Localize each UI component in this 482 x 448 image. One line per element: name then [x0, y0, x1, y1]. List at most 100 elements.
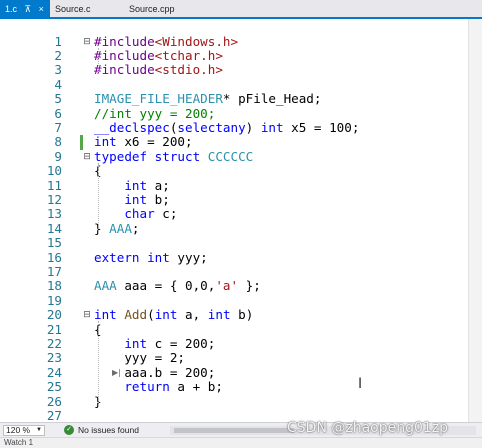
code-text: int x6 = 200; — [94, 135, 193, 149]
code-line[interactable]: 25 return a + b; — [0, 379, 468, 395]
line-number: 7 — [54, 119, 62, 135]
structure-guide-line — [98, 321, 99, 406]
code-line[interactable]: 15 — [0, 235, 468, 251]
tab-label: Source.cpp — [129, 4, 175, 14]
code-line[interactable]: 11 int a; — [0, 177, 468, 193]
code-token: selectany — [177, 119, 246, 135]
code-token: typedef — [94, 148, 148, 164]
code-text: extern int yyy; — [94, 250, 208, 265]
code-token: ) — [245, 119, 261, 135]
line-number: 21 — [46, 321, 62, 337]
code-token: IMAGE_FILE_HEADER — [94, 91, 223, 107]
code-token: CCCCCC — [207, 148, 254, 164]
line-number: 26 — [46, 393, 62, 409]
code-token: a; — [147, 177, 170, 193]
line-number: 17 — [46, 263, 62, 279]
code-line[interactable]: 9 typedef struct CCCCCC — [0, 148, 468, 164]
line-number: 6 — [54, 105, 62, 121]
code-token: #include — [94, 62, 155, 78]
line-number: 1 — [54, 33, 62, 49]
code-token: }; — [238, 278, 261, 294]
line-number: 20 — [46, 307, 62, 323]
code-line[interactable]: 26} — [0, 393, 468, 409]
line-number: 19 — [46, 292, 62, 308]
code-token: ( — [147, 307, 155, 323]
line-number: 5 — [54, 91, 62, 107]
code-line[interactable]: 18 AAA aaa = { 0,0,'a' }; — [0, 278, 468, 293]
code-line[interactable]: 5 IMAGE_FILE_HEADER* pFile_Head; — [0, 91, 468, 107]
code-line[interactable]: 3 #include<stdio.h> — [0, 62, 468, 77]
code-line[interactable]: 6 //int yyy = 200; — [0, 105, 468, 121]
run-to-click-icon[interactable]: ▶| — [112, 368, 121, 377]
line-number: 2 — [54, 47, 62, 63]
code-token: b) — [230, 307, 254, 323]
code-token: return — [124, 379, 170, 395]
line-number: 11 — [46, 177, 62, 193]
code-token: ; — [131, 220, 140, 236]
code-line[interactable]: 20 int Add(int a, int b) — [0, 307, 468, 323]
structure-guide-line — [98, 47, 99, 75]
code-token: int — [124, 191, 148, 207]
chevron-down-icon: ▼ — [36, 427, 42, 433]
code-text: IMAGE_FILE_HEADER* pFile_Head; — [94, 91, 322, 107]
code-token: __declspec — [94, 119, 170, 135]
code-line[interactable]: 17 — [0, 263, 468, 279]
vertical-scrollbar[interactable] — [468, 19, 482, 422]
zoom-level-select[interactable]: 120 % ▼ — [3, 425, 45, 436]
code-token: Add — [124, 307, 148, 323]
code-text: int a; — [94, 177, 170, 193]
code-token: aaa = { 0,0, — [116, 278, 216, 294]
code-token: a + b; — [169, 379, 223, 395]
code-text: int c = 200; — [94, 336, 215, 351]
code-token: #include — [94, 47, 155, 63]
ibeam-cursor-icon: I — [358, 376, 363, 392]
code-line[interactable]: 19 — [0, 292, 468, 308]
code-line[interactable]: 7 __declspec(selectany) int x5 = 100; — [0, 119, 468, 135]
line-number: 10 — [46, 163, 62, 179]
code-text: AAA aaa = { 0,0,'a' }; — [94, 279, 261, 293]
code-text: return a + b; — [94, 379, 223, 395]
change-tracking-bar — [80, 135, 83, 150]
code-line[interactable]: 21{ — [0, 321, 468, 337]
code-editor[interactable]: 1 #include<Windows.h> 2 #include<tchar.h> 3 #… — [0, 19, 482, 422]
code-line[interactable]: 4 — [0, 77, 468, 92]
code-token: } — [94, 220, 110, 236]
code-token: int — [94, 134, 117, 150]
issues-status-text[interactable]: No issues found — [78, 424, 139, 436]
code-token: AAA — [94, 278, 117, 294]
code-line[interactable]: 8 int x6 = 200; — [0, 134, 468, 150]
code-token: int — [260, 119, 284, 135]
line-number: 13 — [46, 206, 62, 222]
code-token: int — [94, 307, 117, 323]
line-number: 15 — [46, 235, 62, 251]
code-token: yyy = 2; — [94, 350, 185, 366]
code-text: #include<Windows.h> — [94, 33, 238, 49]
code-token: #include — [94, 33, 155, 49]
code-line[interactable]: 23 yyy = 2; — [0, 350, 468, 366]
code-line[interactable]: 1 #include<Windows.h> — [0, 33, 468, 49]
line-number: 24 — [46, 364, 62, 380]
code-line[interactable]: 12 int b; — [0, 191, 468, 207]
code-line[interactable]: 10{ — [0, 163, 468, 179]
check-circle-icon: ✓ — [64, 425, 74, 435]
code-line[interactable]: 22 int c = 200; — [0, 335, 468, 351]
code-token: * pFile_Head; — [222, 91, 322, 107]
code-line[interactable]: 2 #include<tchar.h> — [0, 47, 468, 63]
line-number: 22 — [46, 335, 62, 351]
collapse-toggle-icon[interactable]: ⊟ — [82, 152, 92, 162]
line-number: 8 — [54, 134, 62, 150]
code-line[interactable]: 14} AAA; — [0, 220, 468, 236]
code-text: #include<stdio.h> — [94, 63, 223, 77]
code-token: AAA — [109, 220, 132, 236]
tab-watch-1[interactable]: Watch 1 — [4, 438, 33, 447]
tab-label: Source.c — [55, 4, 91, 14]
scrollbar-thumb[interactable] — [174, 428, 294, 433]
collapse-toggle-icon[interactable]: ⊟ — [82, 310, 92, 320]
code-line[interactable]: 24 aaa.b = 200; — [0, 364, 468, 380]
code-token: a, — [177, 307, 208, 323]
code-line[interactable]: 16 extern int yyy; — [0, 250, 468, 265]
collapse-toggle-icon[interactable]: ⊟ — [82, 37, 92, 47]
document-tab-strip: 1.c ⊼ × Source.c Source.cpp — [0, 0, 482, 19]
code-line[interactable]: 13 char c; — [0, 206, 468, 222]
